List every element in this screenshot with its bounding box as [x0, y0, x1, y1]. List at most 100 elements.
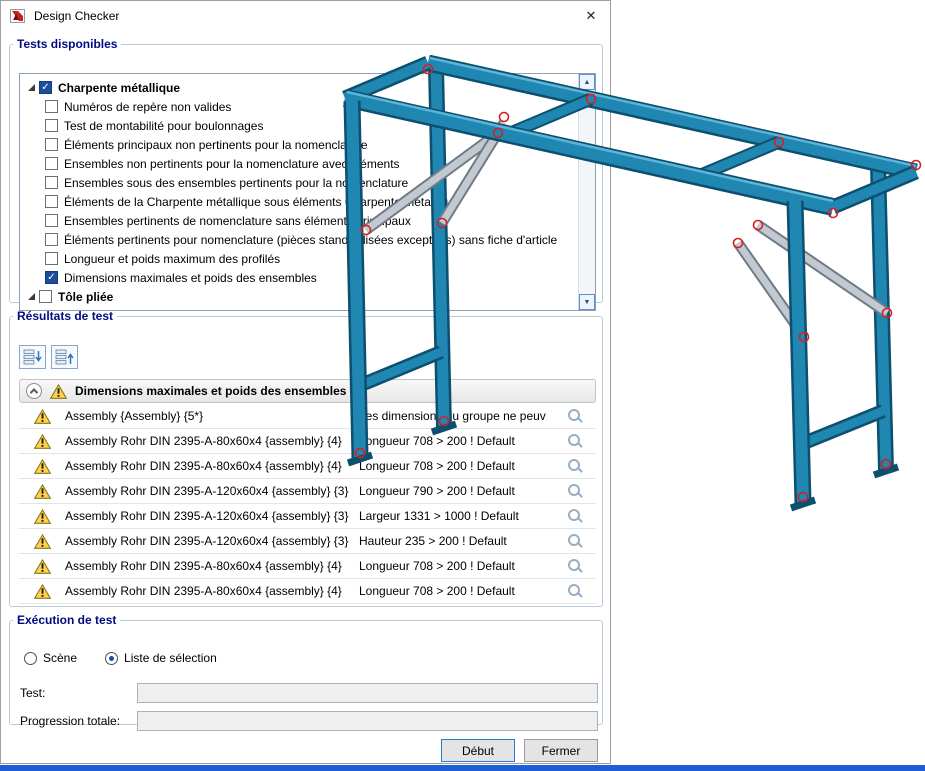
scroll-up-button[interactable]: ▲: [579, 74, 595, 90]
test-checkbox[interactable]: [45, 176, 58, 189]
magnifier-icon[interactable]: [567, 508, 583, 524]
result-row[interactable]: Assembly Rohr DIN 2395-A-80x60x4 {assemb…: [19, 579, 596, 604]
test-checkbox[interactable]: ✓: [39, 81, 52, 94]
test-item-row[interactable]: Numéros de repère non valides: [20, 97, 577, 116]
scrollbar[interactable]: ▲ ▼: [578, 74, 595, 310]
test-item-row[interactable]: Éléments de la Charpente métallique sous…: [20, 192, 577, 211]
test-item-label: Ensembles pertinents de nomenclature san…: [64, 214, 411, 228]
magnifier-icon[interactable]: [567, 408, 583, 424]
result-warning: [19, 434, 65, 449]
result-name: Assembly Rohr DIN 2395-A-80x60x4 {assemb…: [65, 434, 359, 448]
result-message: Longueur 708 > 200 ! Default: [359, 459, 560, 473]
tests-tree[interactable]: ▲ ▼ ✓ Charpente métallique Numéros de repè…: [19, 73, 596, 311]
test-item-row[interactable]: Éléments principaux non pertinents pour …: [20, 135, 577, 154]
scroll-down-icon: ▼: [584, 299, 591, 306]
result-message: Longueur 790 > 200 ! Default: [359, 484, 560, 498]
design-checker-dialog: Design Checker ✕ Tests disponibles ▲ ▼ ✓…: [0, 0, 611, 764]
result-row[interactable]: Assembly Rohr DIN 2395-A-80x60x4 {assemb…: [19, 554, 596, 579]
test-item-label: Éléments de la Charpente métallique sous…: [64, 195, 459, 209]
result-warning: [19, 509, 65, 524]
warning-icon: [34, 484, 51, 499]
test-item-row[interactable]: ✓ Charpente métallique: [20, 78, 577, 97]
titlebar[interactable]: Design Checker ✕: [1, 1, 610, 31]
start-button[interactable]: Début: [441, 739, 515, 762]
magnifier-icon[interactable]: [567, 558, 583, 574]
sort-descending-icon: [23, 349, 42, 366]
result-name: Assembly {Assembly} {5*}: [65, 409, 359, 423]
result-name: Assembly Rohr DIN 2395-A-120x60x4 {assem…: [65, 484, 359, 498]
tests-group-title: Tests disponibles: [13, 37, 121, 51]
test-checkbox[interactable]: ✓: [45, 271, 58, 284]
test-item-label: Test de montabilité pour boulonnages: [64, 119, 263, 133]
test-checkbox[interactable]: [45, 233, 58, 246]
warning-icon: [34, 559, 51, 574]
test-item-label: Tôle pliée: [58, 290, 113, 304]
app-icon: [10, 8, 26, 24]
execution-groupbox: Exécution de test ScèneListe de sélectio…: [9, 613, 603, 725]
result-name: Assembly Rohr DIN 2395-A-120x60x4 {assem…: [65, 509, 359, 523]
result-row[interactable]: Assembly Rohr DIN 2395-A-80x60x4 {assemb…: [19, 454, 596, 479]
test-checkbox[interactable]: [45, 119, 58, 132]
radio-option[interactable]: Liste de sélection: [105, 651, 217, 665]
sort-descending-button[interactable]: [19, 345, 46, 369]
result-row[interactable]: Assembly Rohr DIN 2395-A-120x60x4 {assem…: [19, 504, 596, 529]
test-item-label: Charpente métallique: [58, 81, 180, 95]
radio-option[interactable]: Scène: [24, 651, 77, 665]
magnifier-icon[interactable]: [567, 458, 583, 474]
result-name: Assembly Rohr DIN 2395-A-120x60x4 {assem…: [65, 534, 359, 548]
results-table: Assembly {Assembly} {5*}Les dimensions d…: [19, 404, 596, 604]
collapse-button[interactable]: [26, 383, 42, 399]
test-checkbox[interactable]: [45, 100, 58, 113]
test-checkbox[interactable]: [45, 214, 58, 227]
test-item-row[interactable]: Test de montabilité pour boulonnages: [20, 116, 577, 135]
field-row: Test:: [20, 679, 598, 707]
result-row[interactable]: Assembly Rohr DIN 2395-A-120x60x4 {assem…: [19, 479, 596, 504]
radio-label: Liste de sélection: [124, 651, 217, 665]
test-checkbox[interactable]: [45, 195, 58, 208]
test-item-label: Dimensions maximales et poids des ensemb…: [64, 271, 317, 285]
close-icon: ✕: [586, 8, 597, 24]
magnifier-icon[interactable]: [567, 533, 583, 549]
result-message: Longueur 708 > 200 ! Default: [359, 559, 560, 573]
close-button[interactable]: Fermer: [524, 739, 598, 762]
warning-icon: [34, 509, 51, 524]
test-item-row[interactable]: Éléments pertinents pour nomenclature (p…: [20, 230, 577, 249]
radio-icon: [105, 652, 118, 665]
test-checkbox[interactable]: [45, 252, 58, 265]
result-row[interactable]: Assembly Rohr DIN 2395-A-80x60x4 {assemb…: [19, 429, 596, 454]
result-message: Les dimensions du groupe ne peuv: [359, 409, 560, 423]
result-name: Assembly Rohr DIN 2395-A-80x60x4 {assemb…: [65, 459, 359, 473]
result-row[interactable]: Assembly {Assembly} {5*}Les dimensions d…: [19, 404, 596, 429]
results-header[interactable]: Dimensions maximales et poids des ensemb…: [19, 379, 596, 403]
field-input: [137, 683, 598, 703]
sort-ascending-button[interactable]: [51, 345, 78, 369]
test-item-row[interactable]: ✓ Dimensions maximales et poids des ensem…: [20, 268, 577, 287]
test-item-row[interactable]: Ensembles pertinents de nomenclature san…: [20, 211, 577, 230]
field-label: Progression totale:: [20, 714, 137, 728]
titlebar-close-button[interactable]: ✕: [572, 2, 610, 31]
scroll-down-button[interactable]: ▼: [579, 294, 595, 310]
scope-radio-group: Scène Liste de sélection: [24, 651, 217, 665]
result-row[interactable]: Assembly Rohr DIN 2395-A-120x60x4 {assem…: [19, 529, 596, 554]
test-item-row[interactable]: Longueur et poids maximum des profilés: [20, 249, 577, 268]
field-row: Progression totale:: [20, 707, 598, 735]
sort-ascending-icon: [55, 349, 74, 366]
test-checkbox[interactable]: [45, 138, 58, 151]
magnifier-icon[interactable]: [567, 433, 583, 449]
magnifier-icon[interactable]: [567, 483, 583, 499]
test-item-row[interactable]: Ensembles non pertinents pour la nomencl…: [20, 154, 577, 173]
test-checkbox[interactable]: [45, 157, 58, 170]
result-message: Longueur 708 > 200 ! Default: [359, 434, 560, 448]
tree-expander-icon[interactable]: [24, 293, 39, 300]
test-item-row[interactable]: Tôle pliée: [20, 287, 577, 306]
results-group-title: Résultats de test: [13, 309, 117, 323]
test-item-row[interactable]: Ensembles sous des ensembles pertinents …: [20, 173, 577, 192]
result-name: Assembly Rohr DIN 2395-A-80x60x4 {assemb…: [65, 584, 359, 598]
result-message: Longueur 708 > 200 ! Default: [359, 584, 560, 598]
test-checkbox[interactable]: [39, 290, 52, 303]
warning-icon: [34, 434, 51, 449]
magnifier-icon[interactable]: [567, 583, 583, 599]
progress-fields: Test: Progression totale:: [20, 679, 598, 735]
field-input: [137, 711, 598, 731]
tree-expander-icon[interactable]: [24, 84, 39, 91]
